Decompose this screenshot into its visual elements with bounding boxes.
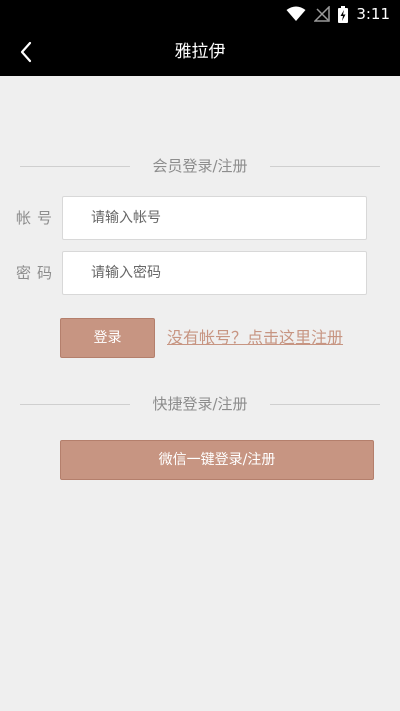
status-bar: 3:11	[0, 0, 400, 28]
account-row: 帐号	[0, 196, 400, 240]
password-label: 密码	[16, 264, 59, 282]
nav-bar: 雅拉伊	[0, 28, 400, 76]
status-icons: 3:11	[286, 0, 390, 28]
status-time: 3:11	[356, 5, 390, 23]
account-label: 帐号	[16, 209, 59, 227]
login-button[interactable]: 登录	[60, 318, 155, 358]
password-row: 密码	[0, 251, 400, 295]
member-section-divider: 会员登录/注册	[20, 156, 380, 176]
wechat-login-button[interactable]: 微信一键登录/注册	[60, 440, 374, 480]
account-input[interactable]	[62, 196, 367, 240]
wifi-icon	[286, 6, 306, 21]
register-link[interactable]: 没有帐号？点击这里注册	[167, 328, 343, 348]
battery-charging-icon	[338, 5, 349, 23]
page-title: 雅拉伊	[174, 42, 226, 62]
signal-off-icon	[314, 6, 331, 22]
quick-section-divider: 快捷登录/注册	[20, 394, 380, 414]
password-input[interactable]	[62, 251, 367, 295]
divider-line-right	[270, 404, 380, 405]
divider-line-right	[270, 166, 380, 167]
